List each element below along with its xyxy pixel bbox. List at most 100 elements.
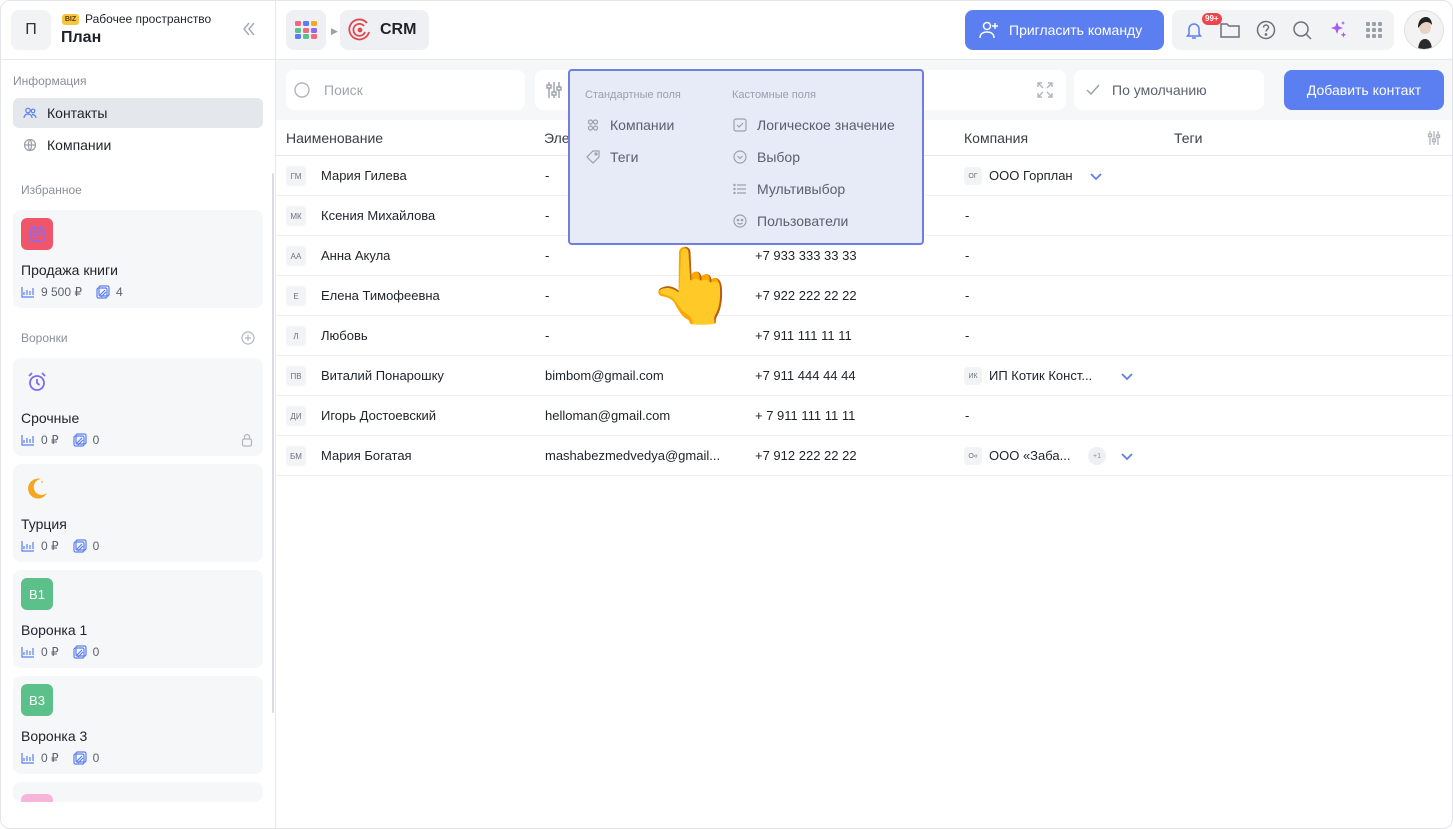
card-amount: 0 ₽ (41, 433, 59, 447)
contact-phone: +7 911 444 44 44 (755, 368, 856, 383)
contact-name[interactable]: Мария Гилева (321, 168, 407, 183)
table-row[interactable]: ПВ Виталий Понарошку bimbom@gmail.com +7… (276, 356, 1452, 396)
contact-email: - (545, 208, 550, 223)
funnel-card[interactable]: В3 Воронка 3 0 ₽ 0 (13, 676, 263, 774)
search-button[interactable] (1292, 20, 1312, 40)
check-icon (1086, 84, 1100, 96)
table-row[interactable]: Л Любовь - +7 911 111 11 11 - (276, 316, 1452, 356)
apps-menu-button[interactable] (1364, 20, 1384, 40)
column-header-email[interactable]: Эле (544, 130, 570, 146)
contact-name[interactable]: Виталий Понарошку (321, 368, 444, 383)
card-amount: 0 ₽ (41, 645, 59, 659)
contact-company[interactable]: ООО Горплан (989, 168, 1073, 183)
contact-initials: Л (286, 326, 306, 346)
contact-phone: +7 922 222 22 22 (755, 288, 857, 303)
favorite-card[interactable]: Продажа книги 9 500 ₽ 4 (13, 210, 263, 308)
chevron-down-icon[interactable] (1119, 448, 1135, 464)
field-option-multiselect[interactable]: Мультивыбор (733, 181, 845, 197)
companies-icon (23, 138, 37, 152)
contact-name[interactable]: Любовь (321, 328, 368, 343)
add-contact-button[interactable]: Добавить контакт (1284, 70, 1444, 110)
calendar-icon (21, 218, 53, 250)
field-option-boolean[interactable]: Логическое значение (733, 117, 895, 133)
sidebar-item-label: Контакты (47, 105, 108, 121)
more-companies-badge[interactable]: +1 (1088, 447, 1106, 465)
help-icon (1256, 20, 1276, 40)
field-option-companies[interactable]: Компании (586, 117, 674, 133)
contact-company: - (965, 208, 970, 223)
filter-sliders-icon[interactable] (545, 80, 563, 100)
expand-icon[interactable] (1036, 81, 1054, 99)
workspace-avatar[interactable]: П (11, 10, 51, 50)
card-amount: 0 ₽ (41, 751, 59, 765)
contact-company[interactable]: ООО «Заба... (989, 448, 1070, 463)
module-label: CRM (380, 21, 417, 38)
column-header-name[interactable]: Наименование (286, 130, 383, 146)
column-header-tags[interactable]: Теги (1174, 130, 1202, 146)
contact-name[interactable]: Мария Богатая (321, 448, 412, 463)
contact-initials: МК (286, 206, 306, 226)
field-option-label: Мультивыбор (757, 181, 846, 197)
field-option-label: Компании (610, 117, 675, 133)
module-crm[interactable]: CRM (340, 10, 429, 50)
search-icon (1293, 21, 1312, 40)
funnel-card[interactable]: В1 Воронка 1 0 ₽ 0 (13, 570, 263, 668)
dots-grid-icon (1366, 22, 1382, 38)
field-option-users[interactable]: Пользователи (733, 213, 848, 229)
contact-email: - (545, 328, 550, 343)
funnel-card[interactable] (13, 782, 263, 802)
field-option-label: Логическое значение (757, 117, 895, 133)
contact-name[interactable]: Ксения Михайлова (321, 208, 435, 223)
contact-name[interactable]: Елена Тимофеевна (321, 288, 440, 303)
apps-button[interactable] (286, 10, 326, 50)
funnel-badge: В1 (21, 578, 53, 610)
view-select[interactable]: По умолчанию (1074, 70, 1264, 110)
search-input[interactable]: Поиск (286, 70, 525, 110)
chevron-down-icon[interactable] (1088, 168, 1104, 184)
collapse-sidebar-icon[interactable] (239, 19, 259, 39)
contact-name[interactable]: Анна Акула (321, 248, 390, 263)
sidebar-scrollbar[interactable] (272, 173, 274, 713)
deals-icon (96, 285, 110, 299)
contact-initials: ПВ (286, 366, 306, 386)
search-placeholder: Поиск (324, 82, 363, 98)
card-amount: 0 ₽ (41, 539, 59, 553)
help-button[interactable] (1256, 20, 1276, 40)
files-button[interactable] (1220, 20, 1240, 40)
ai-button[interactable] (1328, 20, 1348, 40)
card-count: 0 (92, 751, 100, 765)
card-title: Воронка 3 (21, 728, 88, 744)
deals-icon (73, 751, 87, 765)
user-avatar[interactable] (1404, 10, 1444, 50)
favorites-section-title: Избранное (21, 183, 82, 197)
contact-initials: Е (286, 286, 306, 306)
contact-company: - (965, 328, 970, 343)
table-row[interactable]: Е Елена Тимофеевна - +7 922 222 22 22 - (276, 276, 1452, 316)
table-row[interactable]: ДИ Игорь Достоевский helloman@gmail.com … (276, 396, 1452, 436)
invite-team-button[interactable]: Пригласить команду (965, 10, 1164, 50)
deals-icon (73, 539, 87, 553)
contact-company[interactable]: ИП Котик Конст... (989, 368, 1092, 383)
companies-icon (587, 119, 599, 131)
card-count: 0 (92, 539, 100, 553)
notifications-button[interactable] (1184, 20, 1204, 40)
sidebar-item-companies[interactable]: Компании (13, 130, 263, 160)
sidebar-item-contacts[interactable]: Контакты (13, 98, 263, 128)
funnel-card[interactable]: Турция 0 ₽ 0 (13, 464, 263, 562)
select-icon (733, 150, 747, 164)
table-row[interactable]: БМ Мария Богатая mashabezmedvedya@gmail.… (276, 436, 1452, 476)
topbar-tools: 99+ (1172, 10, 1394, 50)
workspace-name: План (61, 29, 102, 46)
column-settings-icon[interactable] (1426, 130, 1442, 146)
add-funnel-icon[interactable] (241, 331, 255, 345)
card-title: Воронка 1 (21, 622, 88, 638)
workspace-header[interactable]: П BIZ Рабочее пространство План (1, 1, 275, 60)
contact-phone: +7 911 111 11 11 (755, 328, 852, 343)
contact-name[interactable]: Игорь Достоевский (321, 408, 436, 423)
chevron-down-icon[interactable] (1119, 368, 1135, 384)
field-option-tags[interactable]: Теги (586, 149, 638, 165)
contact-initials: БМ (286, 446, 306, 466)
column-header-company[interactable]: Компания (964, 130, 1028, 146)
field-option-select[interactable]: Выбор (733, 149, 800, 165)
funnel-card[interactable]: Срочные 0 ₽ 0 (13, 358, 263, 456)
